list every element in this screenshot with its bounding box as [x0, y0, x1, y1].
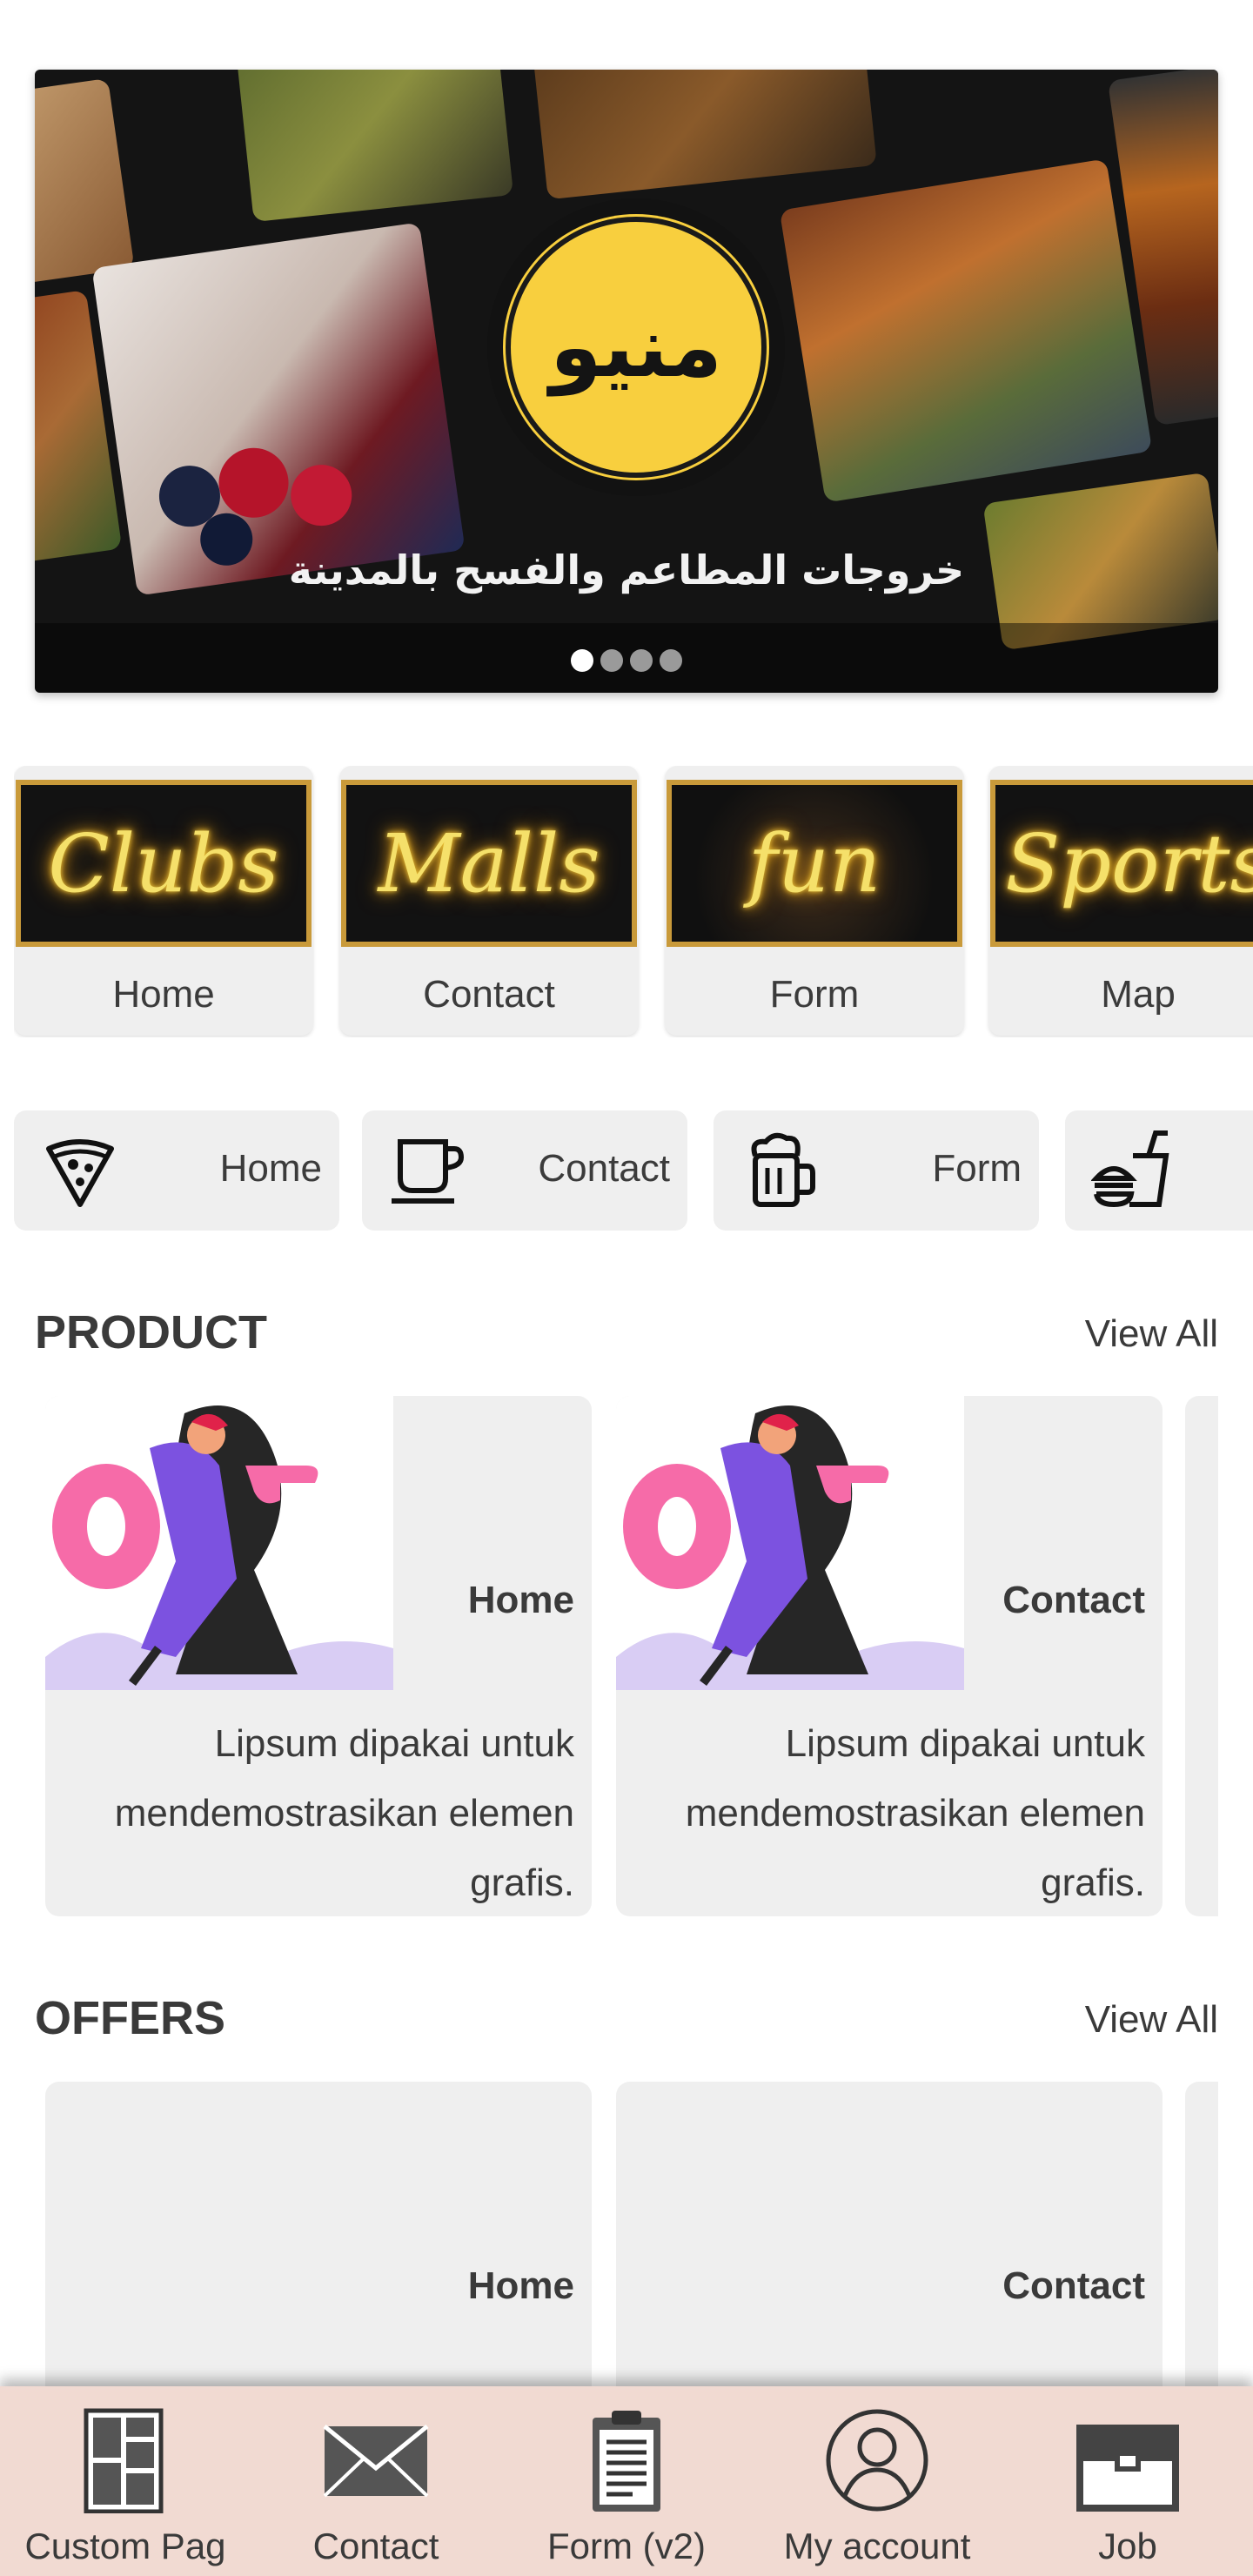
neon-sign-clubs: Clubs: [16, 780, 312, 947]
offers-section-title: OFFERS: [35, 1992, 226, 2044]
nav-item-form-v2[interactable]: Form (v2): [501, 2386, 752, 2576]
quick-link-contact[interactable]: Contact: [362, 1110, 687, 1231]
offer-title: Contact: [1002, 2264, 1145, 2307]
layout-icon: [84, 2408, 164, 2513]
category-carousel[interactable]: Clubs Home Malls Contact fun Form Sports…: [14, 766, 1253, 1037]
offers-view-all-link[interactable]: View All: [1085, 1998, 1218, 2042]
nav-label: My account: [783, 2526, 971, 2566]
nav-item-custom-page[interactable]: Custom Pag: [0, 2386, 251, 2576]
quick-links-carousel[interactable]: Home Contact Form: [14, 1110, 1253, 1232]
nav-item-my-account[interactable]: My account: [752, 2386, 1002, 2576]
offer-title: Home: [467, 2264, 574, 2307]
bottom-navigation-bar: Custom Pag Contact Form (v2) My account: [0, 2386, 1253, 2576]
offers-carousel[interactable]: Home Contact: [0, 2082, 1218, 2395]
category-label: Home: [112, 973, 215, 1016]
coffee-cup-icon: [392, 1139, 465, 1204]
product-illustration: [616, 1396, 964, 1690]
product-section-title: PRODUCT: [35, 1306, 267, 1358]
fast-food-icon: [1091, 1130, 1169, 1208]
category-label: Map: [1101, 973, 1176, 1016]
product-title: Home: [467, 1579, 574, 1621]
product-card-partial[interactable]: [1185, 1396, 1218, 1916]
nav-item-job[interactable]: Job: [1002, 2386, 1253, 2576]
quick-link-form[interactable]: Form: [714, 1110, 1039, 1231]
slider-dot[interactable]: [571, 649, 593, 672]
brand-logo-text: منيو: [506, 217, 767, 478]
banner-cake-photo: [91, 222, 466, 596]
nav-label: Contact: [312, 2526, 439, 2566]
product-description: Lipsum dipakai untuk mendemostrasikan el…: [114, 1722, 574, 1904]
product-view-all-link[interactable]: View All: [1085, 1312, 1218, 1356]
neon-sign-sports: Sports: [990, 780, 1253, 947]
banner-photo-tile: [533, 70, 877, 200]
neon-sign-fun: fun: [667, 780, 962, 947]
quick-link-label: Contact: [538, 1147, 670, 1190]
category-label: Contact: [423, 973, 555, 1016]
banner-caption: خروجات المطاعم والفسح بالمدينة: [288, 547, 965, 594]
slider-dot[interactable]: [630, 649, 653, 672]
product-card[interactable]: Contact Lipsum dipakai untuk mendemostra…: [616, 1396, 1163, 1916]
product-title: Contact: [1002, 1579, 1145, 1621]
product-illustration: [45, 1396, 393, 1690]
slider-dot[interactable]: [660, 649, 682, 672]
category-label: Form: [769, 973, 860, 1016]
beer-mug-icon: [751, 1132, 815, 1207]
category-card-clubs[interactable]: Clubs Home: [14, 766, 313, 1036]
banner-autumn-photo: [779, 158, 1153, 503]
banner-photo-tile: [234, 70, 514, 223]
product-carousel[interactable]: Home Lipsum dipakai untuk mendemostrasik…: [0, 1396, 1218, 1918]
banner-photo-tile: [35, 77, 135, 288]
briefcase-icon: [1076, 2425, 1179, 2512]
offer-card[interactable]: Contact: [616, 2082, 1163, 2395]
nav-item-contact[interactable]: Contact: [251, 2386, 501, 2576]
category-card-fun[interactable]: fun Form: [665, 766, 964, 1036]
nav-label: Job: [1098, 2526, 1157, 2566]
nav-label: Custom Pag: [24, 2526, 226, 2566]
product-description: Lipsum dipakai untuk mendemostrasikan el…: [685, 1722, 1145, 1904]
hero-banner-slider[interactable]: منيو خروجات المطاعم والفسح بالمدينة: [35, 70, 1218, 693]
category-card-sports[interactable]: Sports Map: [988, 766, 1253, 1036]
nav-label: Form (v2): [547, 2526, 706, 2566]
pizza-icon: [46, 1139, 114, 1207]
product-card[interactable]: Home Lipsum dipakai untuk mendemostrasik…: [45, 1396, 592, 1916]
quick-link-home[interactable]: Home: [14, 1110, 339, 1231]
envelope-icon: [323, 2425, 429, 2498]
brand-logo: منيو: [487, 198, 785, 496]
quick-link-label: Home: [219, 1147, 322, 1190]
slider-dot[interactable]: [600, 649, 623, 672]
neon-sign-malls: Malls: [341, 780, 637, 947]
quick-link-label: Form: [932, 1147, 1022, 1190]
user-icon: [826, 2409, 928, 2512]
slider-pagination: [35, 649, 1218, 672]
quick-link-food[interactable]: [1065, 1110, 1253, 1231]
offer-card[interactable]: Home: [45, 2082, 592, 2395]
offer-card-partial[interactable]: [1185, 2082, 1218, 2395]
category-card-malls[interactable]: Malls Contact: [339, 766, 639, 1036]
clipboard-icon: [593, 2411, 660, 2512]
